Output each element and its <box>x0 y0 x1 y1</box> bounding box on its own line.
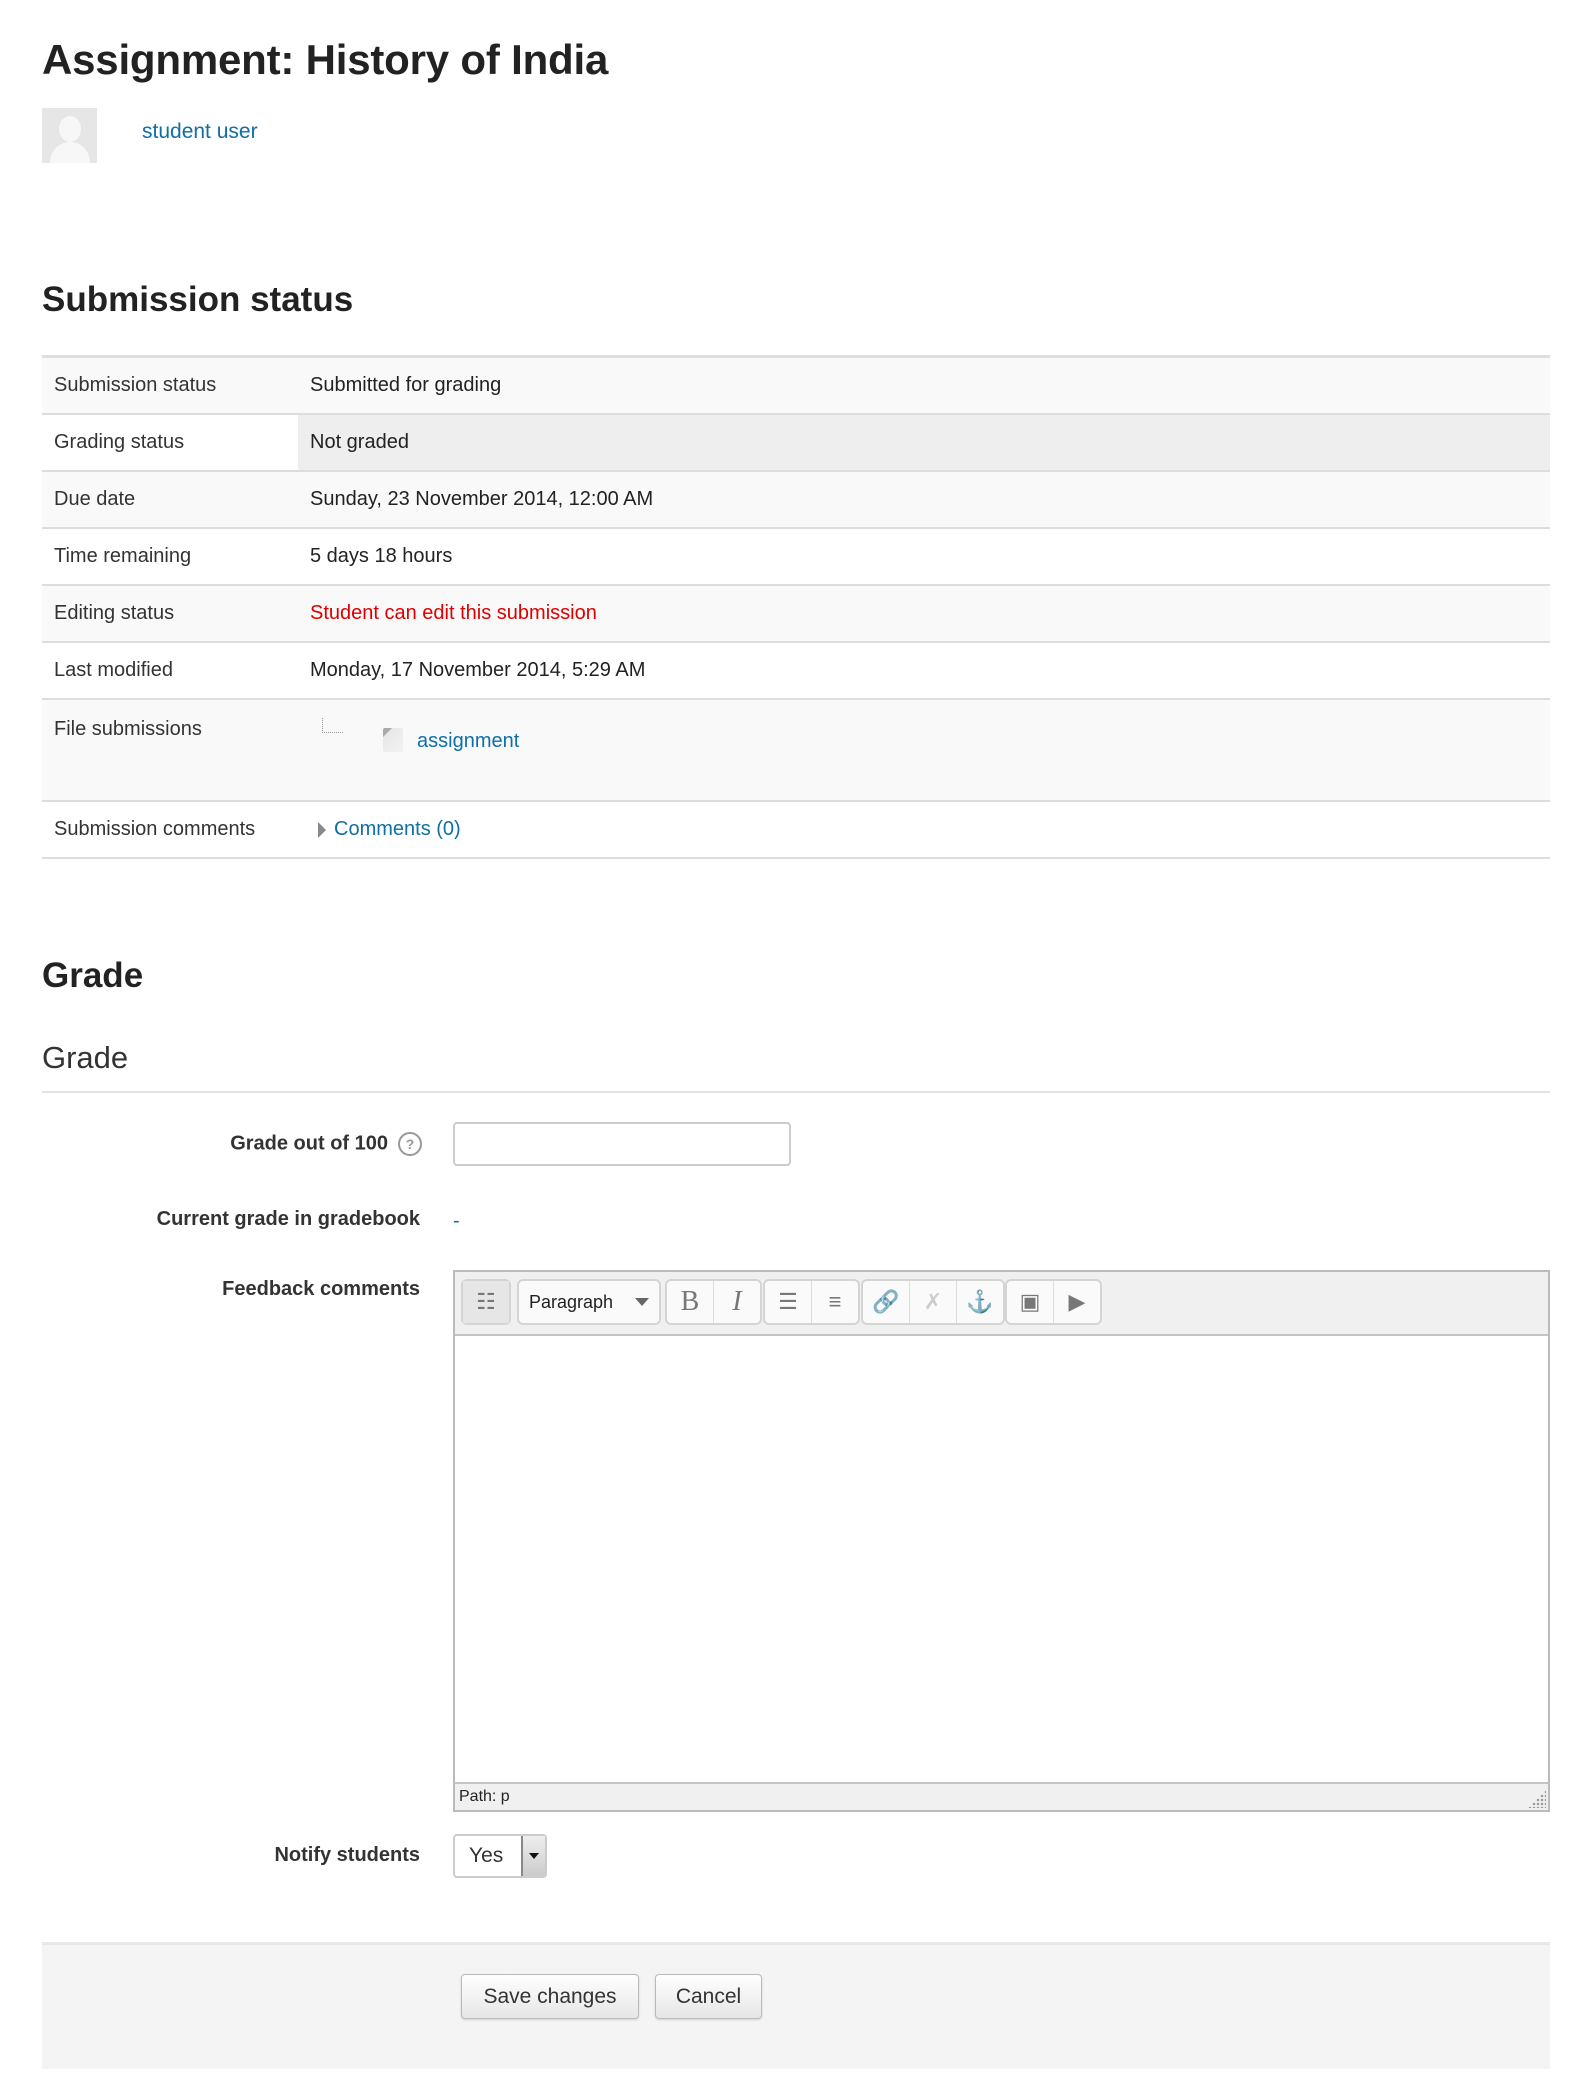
avatar[interactable] <box>42 108 97 163</box>
editor-path-bar: Path: p <box>455 1782 1548 1810</box>
grade-subheading: Grade <box>42 1040 129 1075</box>
row-label: Editing status <box>42 585 298 643</box>
editing-status-value: Student can edit this submission <box>298 585 1550 643</box>
row-value: Submitted for grading <box>298 356 1550 415</box>
grade-input[interactable] <box>453 1122 791 1166</box>
toolbar-toggle-icon[interactable]: ☷ <box>463 1281 509 1323</box>
row-value: Monday, 17 November 2014, 5:29 AM <box>298 642 1550 700</box>
save-button[interactable]: Save changes <box>461 1974 639 2019</box>
paragraph-format-select[interactable]: Paragraph <box>519 1281 659 1323</box>
table-row: Grading status Not graded <box>42 414 1550 472</box>
file-link[interactable]: assignment <box>417 730 519 752</box>
expand-triangle-icon[interactable] <box>318 821 326 838</box>
row-label: Grading status <box>42 414 298 472</box>
grade-label: Grade out of 100? <box>230 1132 422 1156</box>
cancel-button[interactable]: Cancel <box>655 1974 762 2019</box>
tree-connector <box>322 718 343 733</box>
numbered-list-icon[interactable]: ≡ <box>812 1281 858 1323</box>
table-row: Editing status Student can edit this sub… <box>42 585 1550 643</box>
user-link[interactable]: student user <box>142 120 258 144</box>
row-label: Due date <box>42 471 298 529</box>
table-row: Due date Sunday, 23 November 2014, 12:00… <box>42 471 1550 529</box>
row-label: Submission comments <box>42 801 298 859</box>
feedback-editor: ☷ Paragraph B I ☰ ≡ 🔗 ✗ ⚓ ▣ ▶ Path: p <box>453 1270 1550 1812</box>
notify-students-select[interactable]: Yes <box>453 1834 547 1878</box>
row-label: Time remaining <box>42 528 298 586</box>
row-value: 5 days 18 hours <box>298 528 1550 586</box>
grade-heading: Grade <box>42 956 144 995</box>
anchor-icon[interactable]: ⚓ <box>957 1281 1003 1323</box>
row-value: Not graded <box>298 414 1550 472</box>
unlink-icon[interactable]: ✗ <box>910 1281 957 1323</box>
feedback-label: Feedback comments <box>222 1278 420 1300</box>
table-row: Submission comments Comments (0) <box>42 801 1550 859</box>
table-row: Submission status Submitted for grading <box>42 356 1550 415</box>
table-row: Time remaining 5 days 18 hours <box>42 528 1550 586</box>
bold-icon[interactable]: B <box>667 1281 714 1323</box>
submission-status-table: Submission status Submitted for grading … <box>42 355 1550 859</box>
current-grade-label: Current grade in gradebook <box>156 1208 420 1230</box>
media-icon[interactable]: ▶ <box>1054 1281 1100 1323</box>
page-title: Assignment: History of India <box>42 36 609 83</box>
chevron-down-icon <box>521 1836 545 1876</box>
current-grade-value[interactable]: - <box>453 1210 460 1233</box>
submission-status-heading: Submission status <box>42 280 354 319</box>
image-icon[interactable]: ▣ <box>1007 1281 1054 1323</box>
chevron-down-icon <box>635 1298 649 1306</box>
row-label: Submission status <box>42 356 298 415</box>
resize-handle-icon[interactable] <box>1528 1790 1546 1808</box>
table-row: Last modified Monday, 17 November 2014, … <box>42 642 1550 700</box>
link-icon[interactable]: 🔗 <box>863 1281 910 1323</box>
editor-content-area[interactable] <box>455 1336 1548 1786</box>
table-row: File submissions assignment <box>42 699 1550 802</box>
row-value: Sunday, 23 November 2014, 12:00 AM <box>298 471 1550 529</box>
row-label: Last modified <box>42 642 298 700</box>
bullet-list-icon[interactable]: ☰ <box>765 1281 812 1323</box>
comments-link[interactable]: Comments (0) <box>334 818 461 840</box>
notify-label: Notify students <box>274 1844 420 1866</box>
file-icon <box>383 728 403 752</box>
editor-toolbar: ☷ Paragraph B I ☰ ≡ 🔗 ✗ ⚓ ▣ ▶ <box>455 1272 1548 1336</box>
italic-icon[interactable]: I <box>714 1281 760 1323</box>
form-actions <box>42 1942 1550 2069</box>
divider <box>42 1091 1550 1093</box>
help-icon[interactable]: ? <box>398 1132 422 1156</box>
row-label: File submissions <box>42 699 298 802</box>
